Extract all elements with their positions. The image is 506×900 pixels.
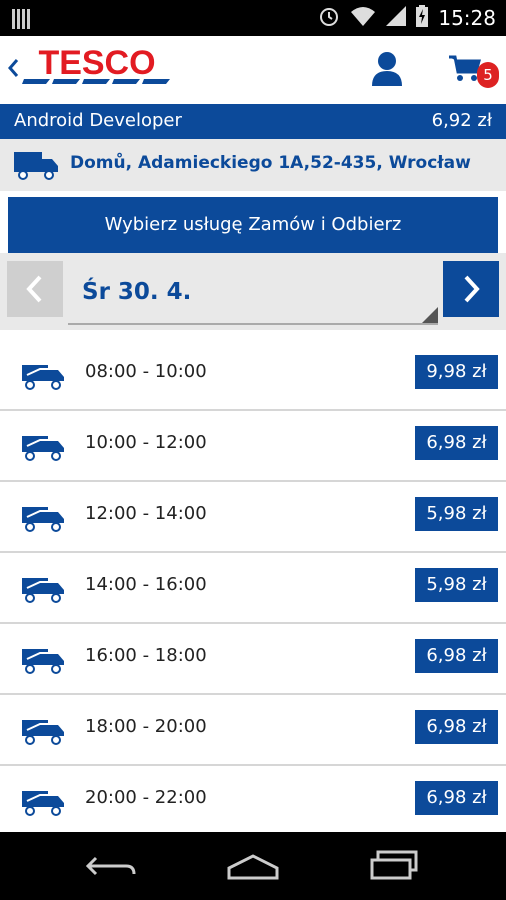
delivery-truck-icon — [18, 574, 66, 608]
user-profile-icon[interactable] — [370, 50, 404, 90]
delivery-slot[interactable]: 10:00 - 12:00 6,98 zł — [0, 411, 506, 482]
slot-price-button[interactable]: 6,98 zł — [415, 710, 498, 744]
nav-home-icon[interactable] — [226, 850, 280, 886]
slot-time: 14:00 - 16:00 — [85, 574, 207, 595]
user-bar: Android Developer 6,92 zł — [0, 104, 506, 139]
wifi-icon — [350, 6, 376, 30]
nav-recents-icon[interactable] — [370, 850, 420, 886]
delivery-slot[interactable]: 20:00 - 22:00 6,98 zł — [0, 766, 506, 837]
slot-price-button[interactable]: 5,98 zł — [415, 497, 498, 531]
date-dropdown[interactable]: Śr 30. 4. — [68, 261, 438, 325]
slot-price-button[interactable]: 6,98 zł — [415, 639, 498, 673]
nav-back-icon[interactable] — [85, 850, 138, 886]
delivery-slot[interactable]: 14:00 - 16:00 5,98 zł — [0, 553, 506, 624]
chevron-left-icon — [26, 275, 42, 303]
app-bar: TESCO 5 — [0, 36, 506, 104]
date-selector-bar: Śr 30. 4. — [0, 253, 506, 330]
delivery-slot[interactable]: 18:00 - 20:00 6,98 zł — [0, 695, 506, 766]
user-name: Android Developer — [14, 110, 182, 131]
delivery-truck-icon — [18, 645, 66, 679]
signal-icon — [386, 6, 407, 30]
account-balance: 6,92 zł — [431, 110, 492, 131]
slot-time: 12:00 - 14:00 — [85, 503, 207, 524]
slot-price-button[interactable]: 9,98 zł — [415, 355, 498, 389]
dropdown-corner-icon — [422, 307, 438, 323]
slot-price-button[interactable]: 6,98 zł — [415, 426, 498, 460]
next-day-button[interactable] — [443, 261, 499, 317]
previous-day-button[interactable] — [7, 261, 63, 317]
cart-count-badge: 5 — [477, 62, 499, 88]
back-chevron-icon[interactable] — [6, 54, 20, 82]
delivery-truck-icon — [18, 716, 66, 750]
barcode-icon — [12, 9, 34, 33]
chevron-right-icon — [464, 275, 480, 303]
status-bar: 15:28 — [0, 0, 506, 36]
slot-time: 18:00 - 20:00 — [85, 716, 207, 737]
delivery-address-bar[interactable]: Domů, Adamieckiego 1A,52-435, Wrocław — [0, 139, 506, 191]
delivery-slot[interactable]: 12:00 - 14:00 5,98 zł — [0, 482, 506, 553]
delivery-address: Domů, Adamieckiego 1A,52-435, Wrocław — [70, 153, 471, 173]
system-nav-bar — [0, 832, 506, 900]
alarm-icon — [318, 5, 340, 31]
slot-time: 10:00 - 12:00 — [85, 432, 207, 453]
tesco-logo[interactable]: TESCO — [22, 44, 172, 94]
slot-time: 20:00 - 22:00 — [85, 787, 207, 808]
slot-price-button[interactable]: 6,98 zł — [415, 781, 498, 815]
choose-service-button[interactable]: Wybierz usługę Zamów i Odbierz — [8, 197, 498, 253]
delivery-slot[interactable]: 16:00 - 18:00 6,98 zł — [0, 624, 506, 695]
slot-time: 16:00 - 18:00 — [85, 645, 207, 666]
delivery-truck-icon — [18, 503, 66, 537]
delivery-slot-list: 08:00 - 10:00 9,98 zł 10:00 - 12:00 6,98… — [0, 340, 506, 837]
delivery-truck-icon — [18, 787, 66, 821]
delivery-truck-icon — [12, 150, 60, 184]
battery-icon — [416, 5, 429, 31]
delivery-truck-icon — [18, 361, 66, 395]
delivery-slot[interactable]: 08:00 - 10:00 9,98 zł — [0, 340, 506, 411]
delivery-truck-icon — [18, 432, 66, 466]
svg-text:TESCO: TESCO — [38, 46, 155, 82]
status-time: 15:28 — [438, 6, 496, 30]
selected-date: Śr 30. 4. — [82, 279, 192, 305]
slot-price-button[interactable]: 5,98 zł — [415, 568, 498, 602]
slot-time: 08:00 - 10:00 — [85, 361, 207, 382]
